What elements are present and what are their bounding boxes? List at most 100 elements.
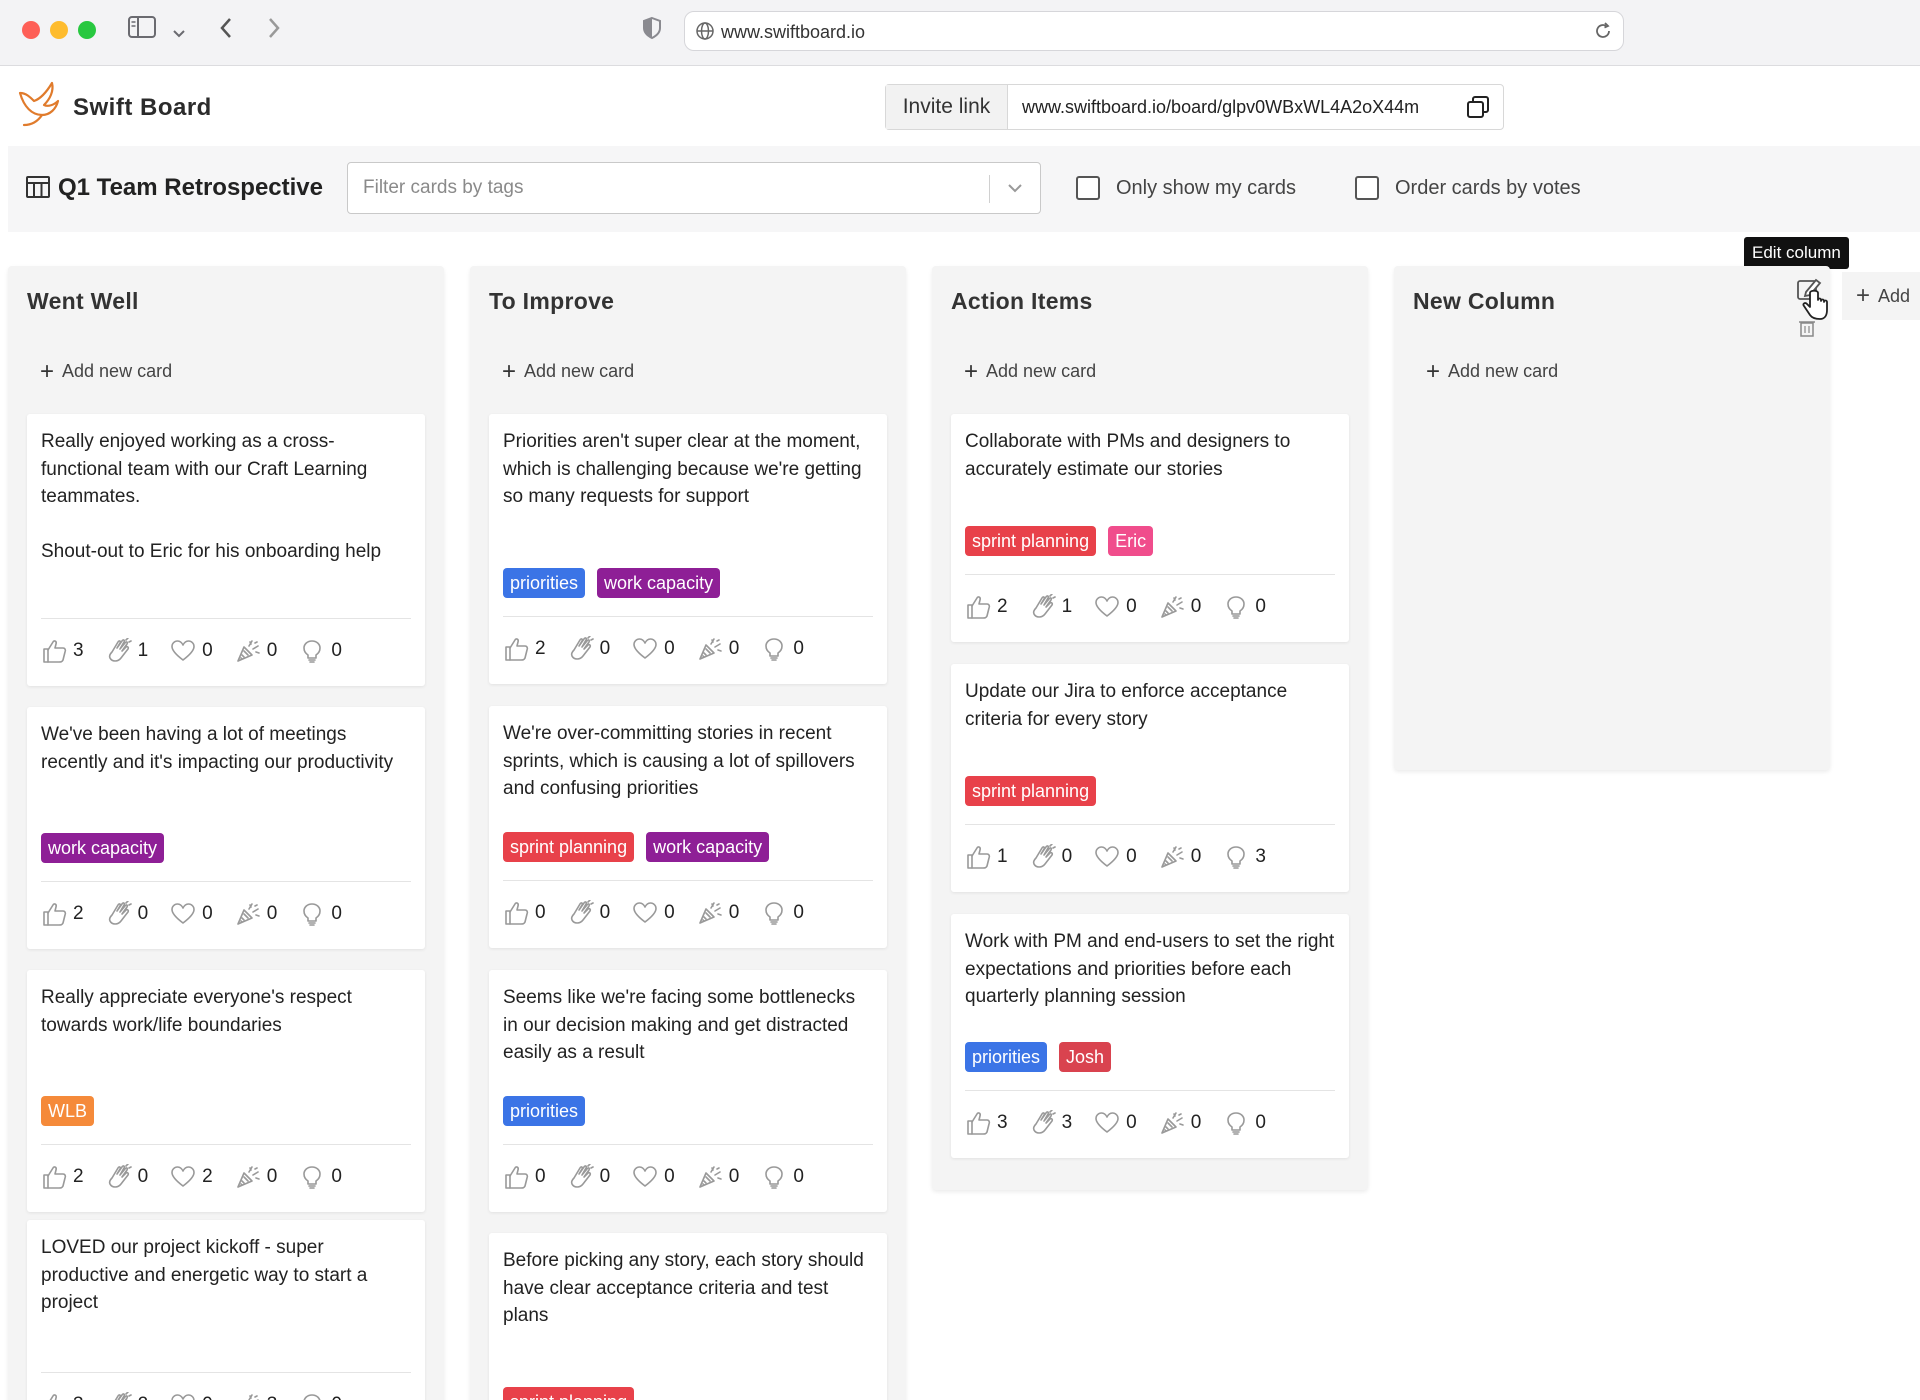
clap-icon[interactable] [568, 1164, 594, 1190]
tag-badge[interactable]: sprint planning [503, 1387, 635, 1400]
thumbs-up-icon[interactable] [503, 900, 529, 926]
lightbulb-icon[interactable] [761, 1164, 787, 1190]
thumbs-up-icon[interactable] [41, 1392, 67, 1400]
lightbulb-icon[interactable] [761, 900, 787, 926]
heart-reaction[interactable]: 0 [632, 1164, 675, 1190]
lightbulb-icon[interactable] [299, 1392, 325, 1400]
thumbs-up-icon[interactable] [965, 1110, 991, 1136]
thumbs-up-icon[interactable] [503, 636, 529, 662]
clap-reaction[interactable]: 0 [106, 901, 148, 927]
heart-icon[interactable] [632, 900, 658, 926]
sidebar-toggle-icon[interactable] [128, 16, 156, 45]
party-popper-icon[interactable] [235, 1392, 261, 1400]
chevron-down-icon[interactable] [1005, 178, 1025, 203]
tag-badge[interactable]: sprint planning [965, 526, 1097, 556]
clap-icon[interactable] [106, 1392, 132, 1400]
lightbulb-icon[interactable] [1223, 844, 1249, 870]
tag-badge[interactable]: priorities [503, 1096, 586, 1126]
heart-reaction[interactable]: 0 [170, 901, 213, 927]
clap-icon[interactable] [1030, 1110, 1056, 1136]
tag-badge[interactable]: work capacity [41, 833, 165, 863]
tag-badge[interactable]: sprint planning [503, 832, 635, 862]
retro-card[interactable]: Really appreciate everyone's respect tow… [27, 970, 425, 1212]
retro-card[interactable]: We're over-committing stories in recent … [489, 706, 887, 948]
only-my-cards-toggle[interactable]: Only show my cards [1076, 176, 1296, 200]
thumbs-up-icon[interactable] [965, 844, 991, 870]
party-popper-reaction[interactable]: 3 [235, 1392, 277, 1400]
lightbulb-icon[interactable] [299, 638, 325, 664]
party-popper-reaction[interactable]: 0 [235, 638, 277, 664]
thumbs-up-reaction[interactable]: 1 [965, 844, 1008, 870]
heart-reaction[interactable]: 0 [632, 900, 675, 926]
party-popper-icon[interactable] [235, 1164, 261, 1190]
party-popper-icon[interactable] [697, 1164, 723, 1190]
heart-reaction[interactable]: 0 [632, 636, 675, 662]
party-popper-icon[interactable] [235, 901, 261, 927]
tag-badge[interactable]: sprint planning [965, 776, 1097, 806]
thumbs-up-icon[interactable] [41, 1164, 67, 1190]
tag-badge[interactable]: Eric [1108, 526, 1154, 556]
lightbulb-icon[interactable] [761, 636, 787, 662]
retro-card[interactable]: Collaborate with PMs and designers to ac… [951, 414, 1349, 642]
heart-reaction[interactable]: 0 [1094, 1110, 1137, 1136]
heart-icon[interactable] [170, 901, 196, 927]
party-popper-reaction[interactable]: 0 [235, 901, 277, 927]
clap-reaction[interactable]: 0 [1030, 844, 1072, 870]
clap-reaction[interactable]: 2 [106, 1392, 148, 1400]
heart-icon[interactable] [632, 1164, 658, 1190]
tag-filter-input[interactable] [348, 163, 968, 213]
retro-card[interactable]: Update our Jira to enforce acceptance cr… [951, 664, 1349, 892]
lightbulb-reaction[interactable]: 0 [299, 1392, 342, 1400]
tag-badge[interactable]: WLB [41, 1096, 95, 1126]
clap-icon[interactable] [106, 1164, 132, 1190]
heart-icon[interactable] [170, 638, 196, 664]
only-my-cards-checkbox[interactable] [1076, 176, 1100, 200]
tag-badge[interactable]: priorities [503, 568, 586, 598]
party-popper-icon[interactable] [697, 900, 723, 926]
party-popper-icon[interactable] [1159, 1110, 1185, 1136]
retro-card[interactable]: Before picking any story, each story sho… [489, 1233, 887, 1400]
clap-reaction[interactable]: 1 [106, 638, 148, 664]
retro-card[interactable]: Work with PM and end-users to set the ri… [951, 914, 1349, 1158]
clap-reaction[interactable]: 0 [568, 900, 610, 926]
retro-card[interactable]: Seems like we're facing some bottlenecks… [489, 970, 887, 1212]
heart-icon[interactable] [632, 636, 658, 662]
thumbs-up-reaction[interactable]: 0 [503, 900, 546, 926]
add-column-button[interactable]: + Add [1842, 272, 1920, 320]
party-popper-icon[interactable] [1159, 844, 1185, 870]
thumbs-up-icon[interactable] [41, 638, 67, 664]
party-popper-reaction[interactable]: 0 [1159, 1110, 1201, 1136]
lightbulb-icon[interactable] [299, 901, 325, 927]
thumbs-up-reaction[interactable]: 2 [503, 636, 546, 662]
address-bar[interactable]: www.swiftboard.io [684, 11, 1624, 51]
heart-reaction[interactable]: 2 [170, 1164, 213, 1190]
lightbulb-reaction[interactable]: 0 [761, 636, 804, 662]
party-popper-icon[interactable] [697, 636, 723, 662]
clap-icon[interactable] [1030, 844, 1056, 870]
clap-icon[interactable] [1030, 594, 1056, 620]
close-window-button[interactable] [22, 21, 40, 39]
shield-icon[interactable] [642, 16, 662, 47]
lightbulb-reaction[interactable]: 0 [1223, 1110, 1266, 1136]
tag-filter-select[interactable] [347, 162, 1041, 214]
lightbulb-icon[interactable] [1223, 1110, 1249, 1136]
lightbulb-reaction[interactable]: 0 [299, 638, 342, 664]
thumbs-up-reaction[interactable]: 2 [965, 594, 1008, 620]
tag-badge[interactable]: work capacity [646, 832, 770, 862]
heart-icon[interactable] [170, 1392, 196, 1400]
heart-reaction[interactable]: 0 [170, 1392, 213, 1400]
add-new-card-button[interactable]: + Add new card [502, 359, 634, 383]
chevron-down-icon[interactable] [172, 18, 186, 46]
retro-card[interactable]: We've been having a lot of meetings rece… [27, 707, 425, 949]
back-icon[interactable] [218, 16, 234, 47]
retro-card[interactable]: Priorities aren't super clear at the mom… [489, 414, 887, 684]
retro-card[interactable]: LOVED our project kickoff - super produc… [27, 1220, 425, 1400]
trash-icon[interactable] [1799, 321, 1815, 337]
reload-icon[interactable] [1593, 21, 1613, 46]
heart-icon[interactable] [1094, 1110, 1120, 1136]
swift-logo-icon[interactable] [14, 81, 62, 134]
lightbulb-icon[interactable] [299, 1164, 325, 1190]
clap-reaction[interactable]: 1 [1030, 594, 1072, 620]
lightbulb-icon[interactable] [1223, 594, 1249, 620]
lightbulb-reaction[interactable]: 3 [1223, 844, 1266, 870]
